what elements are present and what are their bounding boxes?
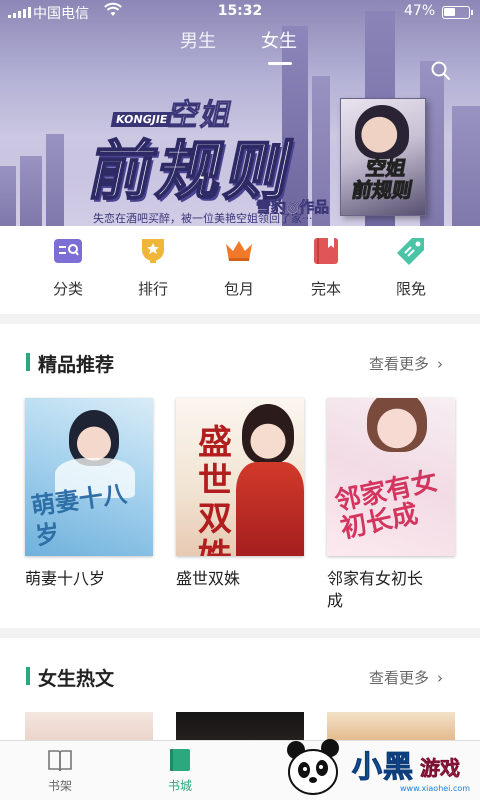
- watermark-url: www.xiaohei.com: [400, 784, 471, 793]
- category-completed[interactable]: 完本: [294, 236, 358, 299]
- active-tab-indicator: [268, 62, 292, 65]
- section-featured: 精品推荐 查看更多 › 萌妻十八岁 萌妻十八岁 盛世双姝 盛世双姝 邻家有女初长成: [0, 324, 480, 628]
- watermark-brand: 小黑: [352, 750, 414, 786]
- banner-building: [20, 156, 42, 226]
- cover-figure: [236, 462, 304, 556]
- banner-book-title: 空姐 前规则: [341, 156, 425, 203]
- crown-icon: [223, 236, 255, 266]
- tab-female[interactable]: 女生: [261, 27, 297, 53]
- category-label: 分类: [52, 280, 83, 298]
- banner-tagline: 失恋在酒吧买醉，被一位美艳空姐领回了家···: [93, 212, 313, 225]
- category-monthly[interactable]: 包月: [207, 236, 271, 299]
- book-card[interactable]: 邻家有女初长成 邻家有女初长成: [327, 398, 455, 612]
- tab-male[interactable]: 男生: [180, 27, 216, 53]
- ranking-trophy-icon: [137, 236, 169, 266]
- nav-label: 书架: [47, 779, 72, 793]
- watermark-brand-sub: 游戏: [420, 756, 461, 781]
- section-accent-bar: [26, 667, 30, 685]
- banner-building: [46, 134, 64, 226]
- section-title: 精品推荐: [38, 354, 115, 376]
- see-more-label: 查看更多: [369, 669, 430, 687]
- category-classify[interactable]: 分类: [36, 236, 100, 299]
- nav-bookstore[interactable]: 书城: [150, 747, 210, 794]
- bookstore-icon: [167, 747, 193, 773]
- see-more-link[interactable]: 查看更多 ›: [369, 353, 443, 374]
- category-label: 包月: [223, 280, 254, 298]
- chevron-right-icon: ›: [437, 355, 444, 373]
- cover-figure: [242, 404, 294, 464]
- book-cover: 盛世双姝: [176, 398, 304, 556]
- category-label: 完本: [310, 280, 341, 298]
- panda-mascot-icon: [282, 736, 346, 800]
- site-watermark: 小黑 游戏 www.xiaohei.com: [282, 736, 480, 800]
- see-more-link[interactable]: 查看更多 ›: [369, 667, 443, 688]
- category-icon: [52, 236, 84, 266]
- battery-icon: [442, 6, 473, 19]
- book-cover: 邻家有女初长成: [327, 398, 455, 556]
- chevron-right-icon: ›: [437, 669, 444, 687]
- category-label: 排行: [137, 280, 168, 298]
- hero-banner[interactable]: KONGJIE 空姐 前规则 雪豹◎作品 失恋在酒吧买醉，被一位美艳空姐领回了家…: [0, 0, 480, 226]
- banner-book-title-main: 前规则: [349, 178, 415, 203]
- gender-tabs: 男生 女生: [0, 27, 480, 80]
- banner-building: [452, 106, 480, 226]
- category-shortcuts: 分类 排行 包月 完本 限免: [0, 226, 480, 314]
- section-title: 女生热文: [38, 668, 115, 690]
- nav-label: 书城: [167, 779, 192, 793]
- book-title: 盛世双姝: [176, 569, 241, 588]
- see-more-label: 查看更多: [369, 355, 430, 373]
- tag-icon: [395, 236, 427, 266]
- category-label: 限免: [395, 280, 426, 298]
- banner-book-cover[interactable]: 空姐 前规则: [340, 98, 426, 216]
- book-cover-title: 邻家有女初长成: [332, 466, 441, 545]
- category-ranking[interactable]: 排行: [121, 236, 185, 299]
- app-screen: KONGJIE 空姐 前规则 雪豹◎作品 失恋在酒吧买醉，被一位美艳空姐领回了家…: [0, 0, 480, 800]
- book-cover-title: 盛世双姝: [198, 423, 232, 556]
- book-card[interactable]: 萌妻十八岁 萌妻十八岁: [25, 398, 153, 590]
- cover-figure: [367, 398, 427, 452]
- book-title: 邻家有女初长成: [327, 569, 424, 610]
- section-accent-bar: [26, 353, 30, 371]
- bookshelf-icon: [47, 747, 73, 773]
- battery-percent: 47%: [404, 3, 436, 19]
- nav-bookshelf[interactable]: 书架: [30, 747, 90, 794]
- book-cover-title: 萌妻十八岁: [29, 479, 129, 551]
- book-title: 萌妻十八岁: [25, 569, 106, 588]
- book-icon: [310, 236, 342, 266]
- category-free[interactable]: 限免: [379, 236, 443, 299]
- search-icon[interactable]: [430, 60, 452, 82]
- banner-building: [0, 166, 16, 226]
- section-hot-female: 女生热文 查看更多 ›: [0, 638, 480, 748]
- status-bar: 中国电信 15:32 47%: [0, 0, 480, 24]
- book-card[interactable]: 盛世双姝 盛世双姝: [176, 398, 304, 590]
- cover-figure: [355, 105, 409, 159]
- banner-book-title-top: 空姐: [363, 156, 409, 181]
- book-cover: 萌妻十八岁: [25, 398, 153, 556]
